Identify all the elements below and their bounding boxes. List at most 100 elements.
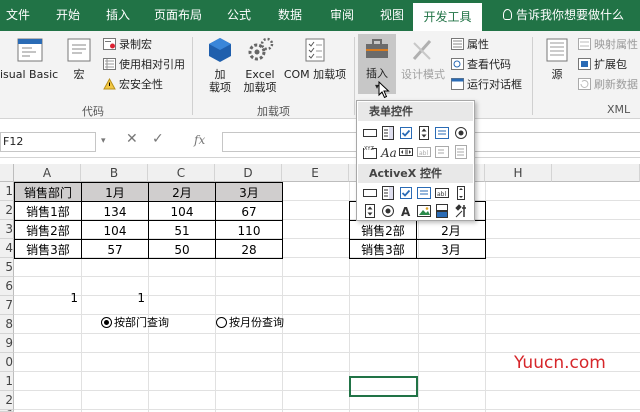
more-controls-icon[interactable] [453, 203, 469, 219]
row-header[interactable]: 2 [0, 391, 14, 410]
lookup-cell[interactable]: 销售2部 [349, 220, 417, 240]
enter-icon[interactable]: ✓ [152, 131, 164, 147]
cancel-icon[interactable]: ✕ [126, 131, 138, 147]
view-code-button[interactable]: 查看代码 [451, 57, 511, 73]
activex-toggle-button-icon[interactable] [434, 203, 450, 219]
column-header-b[interactable]: B [81, 164, 148, 182]
label-control-icon[interactable]: Aa [380, 144, 396, 160]
text-field-disabled-icon[interactable]: abl [416, 144, 432, 160]
row-header[interactable]: 6 [0, 277, 14, 296]
select-all-corner[interactable] [0, 164, 14, 182]
row-header[interactable]: 1 [0, 182, 14, 201]
map-properties-button[interactable]: 映射属性 [578, 37, 638, 53]
table-header-cell[interactable]: 2月 [148, 182, 216, 202]
group-box-icon[interactable]: XYZ [362, 144, 378, 160]
lookup-cell[interactable]: 销售3部 [349, 239, 417, 259]
active-cell-f12[interactable] [349, 376, 418, 397]
tell-me-box[interactable]: 告诉我你想要做什么 [503, 0, 624, 31]
row-header[interactable]: 5 [0, 258, 14, 277]
row-header[interactable]: 3 [0, 220, 14, 239]
table-cell[interactable]: 104 [148, 201, 216, 221]
row-header[interactable]: 2 [0, 201, 14, 220]
lookup-cell[interactable]: 3月 [416, 239, 486, 259]
table-cell[interactable]: 67 [215, 201, 283, 221]
design-mode-button[interactable]: 设计模式 [398, 35, 448, 81]
refresh-data-button[interactable]: 刷新数据 [578, 77, 638, 93]
activex-list-box-icon[interactable] [416, 185, 432, 201]
table-header-cell[interactable]: 3月 [215, 182, 283, 202]
source-button[interactable]: 源 [540, 35, 574, 81]
spin-button-icon[interactable] [416, 125, 432, 141]
row-header[interactable]: 8 [0, 315, 14, 334]
activex-checkbox-icon[interactable] [398, 185, 414, 201]
tab-view[interactable]: 视图 [372, 0, 412, 31]
list-box-icon[interactable] [434, 125, 450, 141]
radio-by-department[interactable]: 按部门查询 [101, 316, 169, 329]
macro-security-button[interactable]: 宏安全性 [103, 77, 163, 93]
tab-file[interactable]: 文件 [0, 0, 36, 31]
table-cell[interactable]: 销售2部 [14, 220, 82, 240]
add-ins-button[interactable]: 加 载项 [200, 35, 240, 94]
properties-button[interactable]: 属性 [451, 37, 489, 53]
visual-basic-button[interactable]: isual Basic [0, 35, 60, 81]
column-header-a[interactable]: A [14, 164, 81, 182]
table-cell[interactable]: 50 [148, 239, 216, 259]
excel-add-ins-button[interactable]: Excel 加载项 [240, 35, 280, 94]
cell-b7[interactable]: 1 [81, 291, 145, 305]
table-cell[interactable]: 134 [81, 201, 149, 221]
row-header[interactable]: 1 [0, 372, 14, 391]
checkbox-control-icon[interactable] [398, 125, 414, 141]
expansion-packs-button[interactable]: 扩展包 [578, 57, 627, 73]
table-cell[interactable]: 110 [215, 220, 283, 240]
insert-function-icon[interactable]: fx [194, 133, 205, 147]
column-header-e[interactable]: E [282, 164, 349, 182]
table-cell[interactable]: 销售3部 [14, 239, 82, 259]
name-box-dropdown-icon[interactable]: ▾ [101, 136, 106, 146]
tab-review[interactable]: 审阅 [322, 0, 362, 31]
lookup-cell[interactable]: 2月 [416, 220, 486, 240]
activex-label-icon[interactable]: A [398, 203, 414, 219]
activex-button-icon[interactable] [362, 185, 378, 201]
run-dialog-button[interactable]: 运行对话框 [451, 77, 522, 93]
com-add-ins-button[interactable]: COM 加载项 [282, 35, 348, 81]
macros-button[interactable]: 宏 [62, 35, 96, 81]
row-header[interactable]: 7 [0, 296, 14, 315]
radio-by-month[interactable]: 按月份查询 [216, 316, 284, 329]
table-cell[interactable]: 104 [81, 220, 149, 240]
column-header-c[interactable]: C [148, 164, 215, 182]
activex-option-button-icon[interactable] [380, 203, 396, 219]
combo-box-icon[interactable] [380, 125, 396, 141]
scroll-bar-icon[interactable] [398, 144, 414, 160]
column-header-d[interactable]: D [215, 164, 282, 182]
row-header[interactable]: 4 [0, 239, 14, 258]
table-cell[interactable]: 57 [81, 239, 149, 259]
relative-reference-button[interactable]: 使用相对引用 [103, 57, 185, 73]
activex-scroll-bar-icon[interactable] [453, 185, 469, 201]
activex-spin-button-icon[interactable] [362, 203, 378, 219]
tab-data[interactable]: 数据 [270, 0, 310, 31]
tab-formulas[interactable]: 公式 [219, 0, 259, 31]
table-header-cell[interactable]: 销售部门 [14, 182, 82, 202]
tab-developer[interactable]: 开发工具 [413, 3, 482, 31]
combo-list-disabled-icon[interactable] [434, 144, 450, 160]
table-cell[interactable]: 28 [215, 239, 283, 259]
cell-a7[interactable]: 1 [14, 291, 78, 305]
name-box[interactable]: F12 [0, 132, 96, 152]
tab-page-layout[interactable]: 页面布局 [149, 0, 207, 31]
row-header[interactable]: 9 [0, 334, 14, 353]
table-cell[interactable]: 销售1部 [14, 201, 82, 221]
insert-controls-button[interactable]: 插入 ▾ [358, 34, 396, 94]
column-header-blank[interactable] [552, 164, 640, 182]
table-header-cell[interactable]: 1月 [81, 182, 149, 202]
option-button-icon[interactable] [453, 125, 469, 141]
column-header-h[interactable]: H [485, 164, 552, 182]
row-header[interactable]: 0 [0, 353, 14, 372]
tab-insert[interactable]: 插入 [100, 0, 136, 31]
combo-drop-disabled-icon[interactable] [453, 144, 469, 160]
record-macro-button[interactable]: 录制宏 [103, 37, 152, 53]
worksheet-grid[interactable]: A B C D E F G H 1 2 3 4 5 6 7 8 9 0 1 2 … [0, 164, 640, 412]
activex-text-box-icon[interactable]: abl [434, 185, 450, 201]
table-cell[interactable]: 51 [148, 220, 216, 240]
activex-image-icon[interactable] [416, 203, 432, 219]
tab-home[interactable]: 开始 [48, 0, 88, 31]
